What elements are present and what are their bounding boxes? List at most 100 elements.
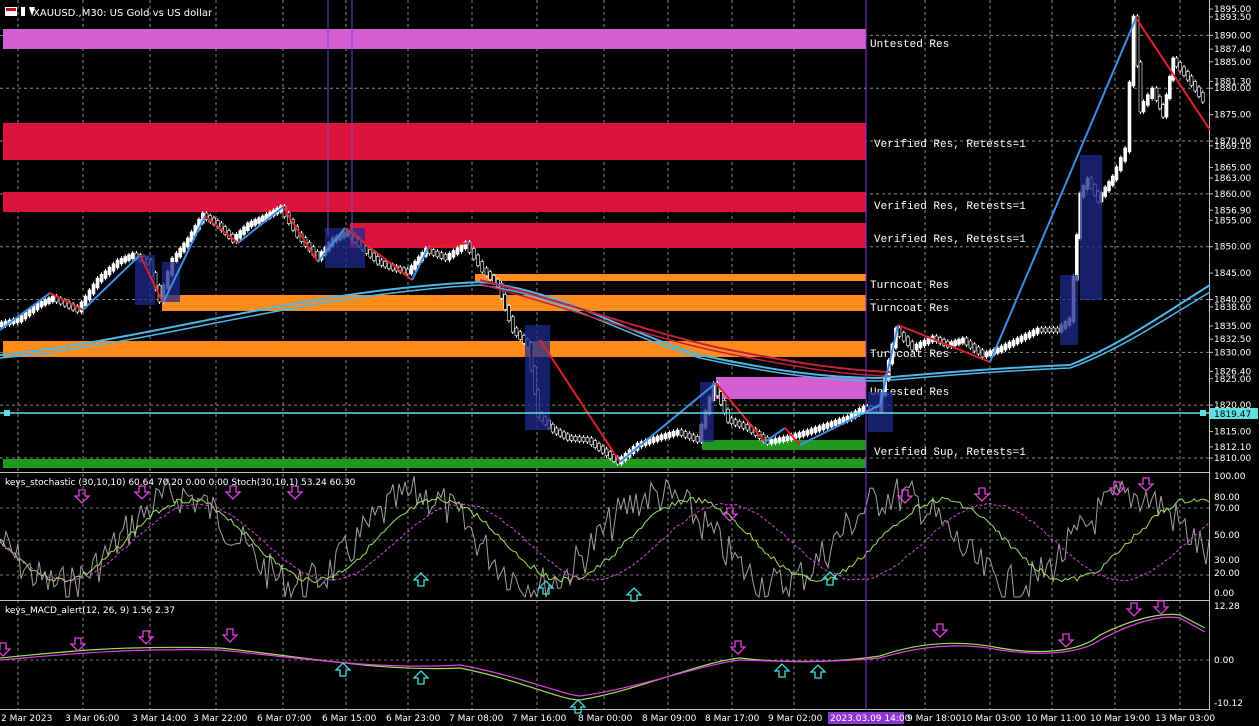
candle-body — [785, 435, 790, 442]
candle-body — [833, 419, 838, 426]
candle-body — [1178, 62, 1183, 72]
candle-body — [741, 422, 746, 429]
candle-body — [443, 254, 448, 261]
candle-body — [655, 435, 660, 442]
candle-body — [1035, 327, 1040, 335]
price-line-handle-right[interactable] — [1200, 410, 1206, 416]
candle-body — [242, 226, 246, 235]
candle-body — [777, 437, 782, 443]
candle-body — [960, 337, 965, 344]
candle-body — [918, 341, 923, 349]
zone-label: Verified Res, Retests=1 — [874, 139, 1026, 151]
candle-body — [507, 305, 511, 322]
zone-label: Turncoat Res — [870, 303, 949, 315]
candle-body — [683, 431, 688, 438]
time-label: 13 Mar 03:00 — [1155, 714, 1215, 724]
candle-body — [514, 327, 519, 337]
candle-body — [405, 268, 410, 275]
price-label: 1887.40 — [1214, 45, 1251, 55]
candle-body — [1019, 335, 1024, 343]
candle-body — [123, 256, 128, 263]
candle-body — [1011, 339, 1016, 347]
candle-body — [722, 400, 727, 414]
price-label: 1890.00 — [1214, 31, 1251, 41]
candle-body — [589, 437, 594, 446]
candle-body — [130, 252, 135, 260]
macd-axis-label: 12.28 — [1214, 602, 1240, 612]
candle-body — [558, 429, 563, 437]
candle-body — [953, 340, 958, 347]
price-line-handle-left[interactable] — [4, 410, 10, 416]
candle-body — [1047, 327, 1052, 333]
candle-body — [663, 433, 668, 440]
candle-body — [897, 327, 902, 337]
candle-body — [1146, 94, 1150, 106]
candle-body — [1168, 76, 1172, 99]
price-label: 1885.00 — [1214, 58, 1251, 68]
candle-body — [773, 438, 778, 444]
candle-body — [1107, 181, 1111, 192]
candle-body — [659, 434, 664, 441]
candle-body — [573, 436, 578, 442]
time-label: 7 Mar 08:00 — [449, 714, 504, 724]
price-label: 1860.00 — [1214, 190, 1251, 200]
time-label: 9 Mar 02:00 — [768, 714, 823, 724]
candle-body — [83, 295, 88, 307]
trading-chart-window[interactable]: Untested Res Verified Res, Retests=1 Verif… — [0, 0, 1259, 726]
candle-body — [957, 338, 961, 345]
time-label: 3 Mar 22:00 — [193, 714, 248, 724]
candle-body — [809, 428, 814, 435]
candle-body — [471, 248, 476, 260]
candle-body — [1150, 87, 1154, 99]
price-label: 1893.50 — [1214, 13, 1251, 23]
zone-verified_res — [3, 192, 866, 212]
candle-body — [95, 277, 100, 289]
candle-body — [719, 391, 723, 405]
candle-body — [1161, 104, 1165, 118]
stoch-axis-label: 20.00 — [1214, 569, 1240, 579]
candle-body — [174, 252, 179, 263]
candle-body — [821, 424, 826, 431]
candle-body — [964, 337, 969, 346]
zone-verified_res — [350, 223, 866, 248]
candle-body — [103, 270, 108, 279]
candle-body — [593, 440, 598, 448]
time-label: 3 Mar 14:00 — [132, 714, 187, 724]
candle-body — [431, 249, 436, 256]
candle-body — [1119, 157, 1123, 171]
zone-verified_res — [3, 123, 866, 160]
candle-body — [1164, 94, 1169, 118]
candle-body — [550, 423, 555, 433]
candle-body — [1114, 166, 1119, 181]
candle-body — [99, 274, 104, 283]
zone-label: Verified Sup, Retests=1 — [874, 447, 1026, 459]
candle-body — [608, 451, 613, 459]
candle-body — [914, 343, 919, 351]
candle-body — [980, 349, 985, 358]
candle-body — [43, 299, 48, 306]
candle-body — [1141, 101, 1146, 113]
chart-background — [0, 0, 1259, 726]
candle-body — [115, 259, 120, 268]
candle-body — [1182, 66, 1186, 76]
candle-body — [995, 347, 1000, 354]
candle-body — [1185, 71, 1190, 81]
candle-body — [1127, 81, 1132, 153]
candle-body — [383, 261, 388, 268]
highlight-box — [525, 325, 550, 430]
candle-body — [476, 254, 480, 266]
candle-body — [488, 271, 493, 280]
candle-body — [260, 215, 265, 223]
chart-symbol-title: XAUUSD.,M30: US Gold vs US dollar — [33, 8, 213, 19]
stoch-axis-label: 30.00 — [1214, 556, 1240, 566]
time-label: 6 Mar 23:00 — [386, 714, 441, 724]
time-label: 10 Mar 03:00 — [961, 714, 1021, 724]
candle-body — [813, 426, 818, 433]
candle-body — [1015, 337, 1020, 345]
candle-body — [737, 420, 742, 428]
candle-body — [861, 405, 866, 413]
zone-label: Verified Res, Retests=1 — [874, 201, 1026, 213]
candle-body — [976, 346, 981, 355]
time-label: 6 Mar 15:00 — [322, 714, 377, 724]
candle-body — [107, 266, 112, 276]
